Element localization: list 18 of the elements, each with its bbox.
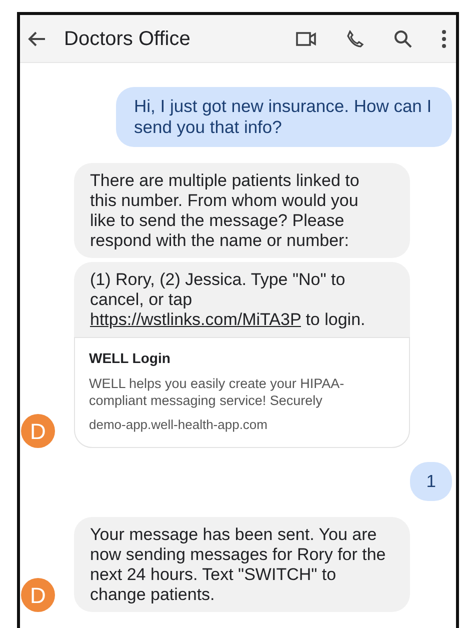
search-icon[interactable] <box>394 30 412 48</box>
video-camera-icon[interactable] <box>296 32 316 46</box>
message-link[interactable]: https://wstlinks.com/MiTA3P <box>90 310 301 329</box>
conversation-title: Doctors Office <box>64 26 190 52</box>
message-bubble: 1 <box>410 462 452 501</box>
more-menu-icon[interactable] <box>442 30 446 48</box>
preview-title: WELL Login <box>89 349 172 368</box>
link-preview-card[interactable]: WELL Login WELL helps you easily create your HIPAA-compliant messaging service! Securely demo-app.well-health-app.com <box>74 337 410 448</box>
message-bubble: There are multiple patients linked to this number. From whom would you like to send the message? Please respond with the name or number: <box>74 163 410 258</box>
preview-domain: demo-app.well-health-app.com <box>89 416 268 434</box>
preview-description: WELL helps you easily create your HIPAA-compliant messaging service! Securely <box>89 375 346 409</box>
phone-icon[interactable] <box>346 30 364 48</box>
avatar: D <box>21 578 55 612</box>
avatar: D <box>21 414 55 448</box>
message-text: (1) Rory, (2) Jessica. Type "No" to cancel, or tap https://wstlinks.com/MiTA3P to login. <box>89 269 366 331</box>
message-bubble: Hi, I just got new insurance. How can I send you that info? <box>116 87 452 147</box>
message-bubble: Your message has been sent. You are now sending messages for Rory for the next 24 hours. Text "SWITCH" to change patients. <box>74 517 410 612</box>
back-arrow-icon[interactable] <box>28 30 46 46</box>
